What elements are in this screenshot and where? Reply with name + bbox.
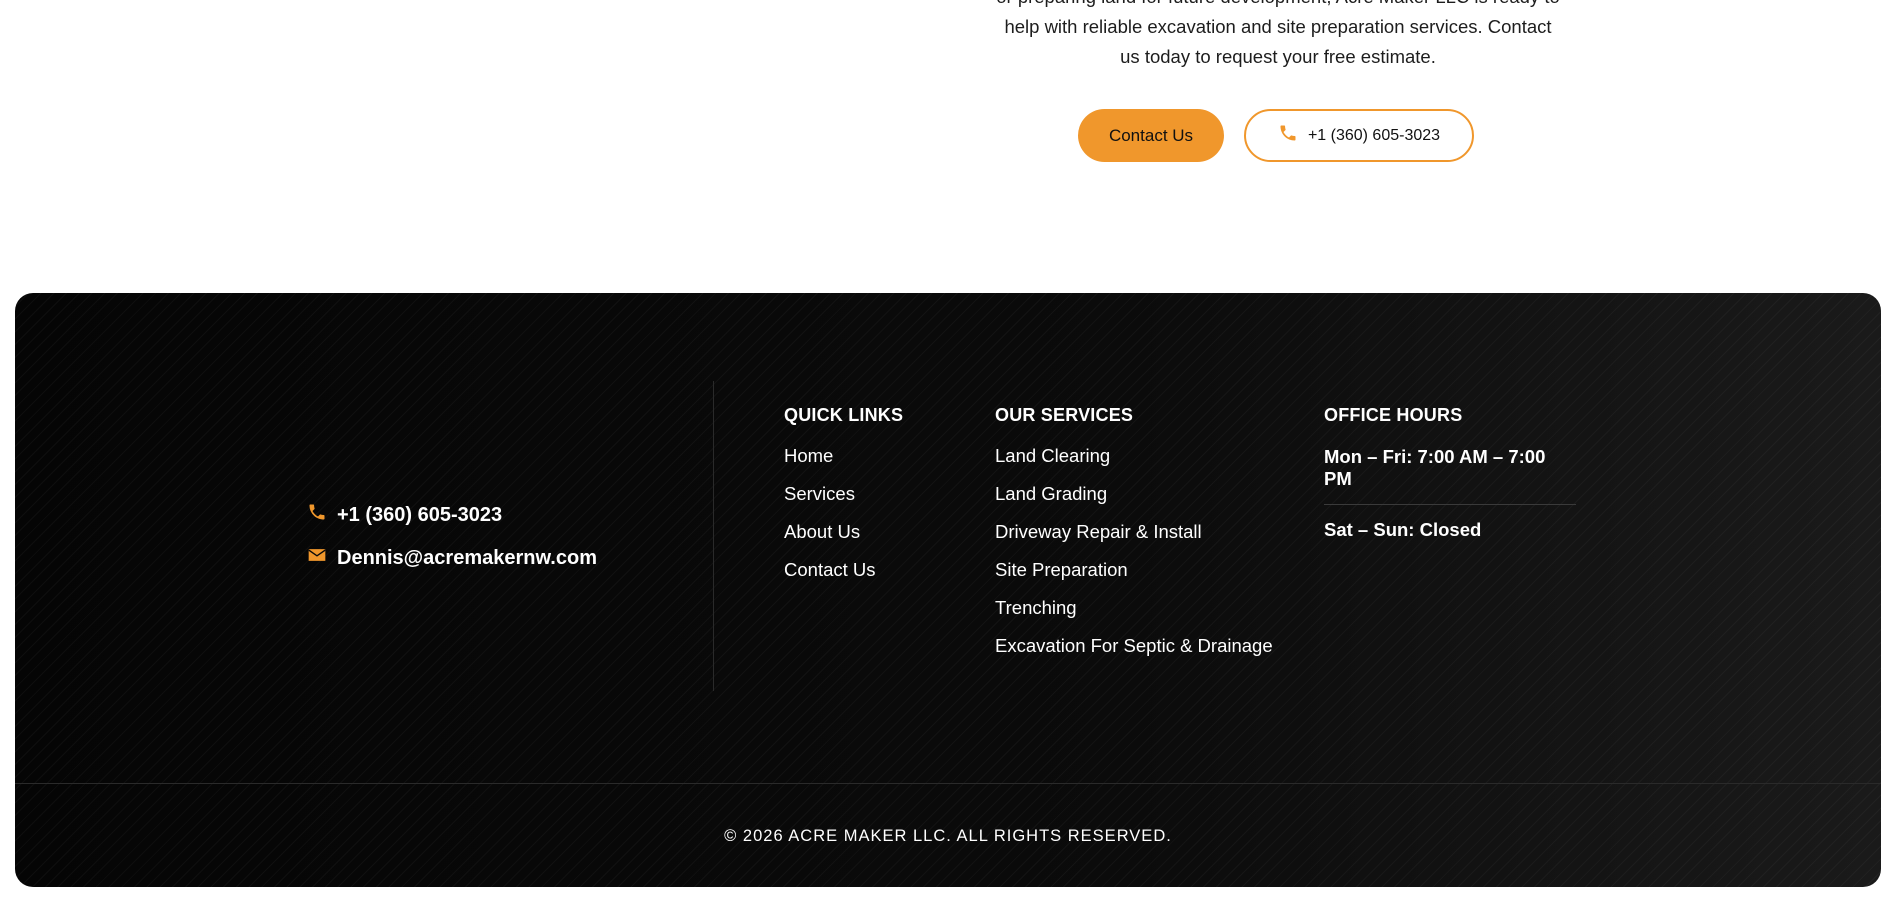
quick-links-heading: QUICK LINKS — [784, 405, 904, 425]
services-heading: OUR SERVICES — [995, 405, 1134, 425]
service-link-driveway[interactable]: Driveway Repair & Install — [995, 522, 1273, 542]
call-phone-button[interactable]: +1 (360) 605-3023 — [1244, 109, 1474, 162]
weekday-hours: Mon – Fri: 7:00 AM – 7:00 PM — [1324, 446, 1576, 505]
phone-icon — [1278, 123, 1298, 148]
footer-phone-link[interactable]: +1 (360) 605-3023 — [307, 502, 597, 528]
service-link-land-clearing[interactable]: Land Clearing — [995, 446, 1273, 466]
site-footer: +1 (360) 605-3023 Dennis@acremakernw.com… — [15, 293, 1881, 887]
footer-divider — [713, 381, 714, 691]
contact-us-button[interactable]: Contact Us — [1078, 109, 1224, 162]
footer-link-services[interactable]: Services — [784, 484, 903, 504]
cta-text-line: us today to request your free estimate. — [1120, 46, 1436, 67]
footer-link-about-us[interactable]: About Us — [784, 522, 903, 542]
phone-button-label: +1 (360) 605-3023 — [1307, 126, 1441, 144]
office-hours-heading: OFFICE HOURS — [1324, 405, 1463, 425]
footer-contact: +1 (360) 605-3023 Dennis@acremakernw.com — [307, 502, 597, 588]
footer-link-contact-us[interactable]: Contact Us — [784, 560, 903, 580]
service-link-site-preparation[interactable]: Site Preparation — [995, 560, 1273, 580]
service-link-land-grading[interactable]: Land Grading — [995, 484, 1273, 504]
email-icon — [307, 545, 327, 571]
service-link-trenching[interactable]: Trenching — [995, 598, 1273, 618]
service-link-septic-drainage[interactable]: Excavation For Septic & Drainage — [995, 636, 1273, 656]
footer-email-link[interactable]: Dennis@acremakernw.com — [307, 545, 597, 571]
footer-bottom-divider — [15, 783, 1881, 784]
weekend-hours: Sat – Sun: Closed — [1324, 519, 1482, 540]
cta-description: or preparing land for future development… — [990, 0, 1566, 72]
footer-link-home[interactable]: Home — [784, 446, 903, 466]
cta-text-line: or preparing land for future development… — [990, 0, 1566, 12]
footer-email-text: Dennis@acremakernw.com — [337, 546, 597, 569]
phone-icon — [307, 502, 327, 528]
services-column: OUR SERVICES Land Clearing Land Grading … — [995, 405, 1273, 674]
cta-text-line: help with reliable excavation and site p… — [1004, 16, 1552, 37]
quick-links-column: QUICK LINKS Home Services About Us Conta… — [784, 405, 903, 598]
copyright-text: © 2026 ACRE MAKER LLC. ALL RIGHTS RESERV… — [724, 827, 1172, 845]
footer-phone-text: +1 (360) 605-3023 — [337, 503, 503, 526]
office-hours-column: OFFICE HOURS Mon – Fri: 7:00 AM – 7:00 P… — [1324, 405, 1576, 541]
